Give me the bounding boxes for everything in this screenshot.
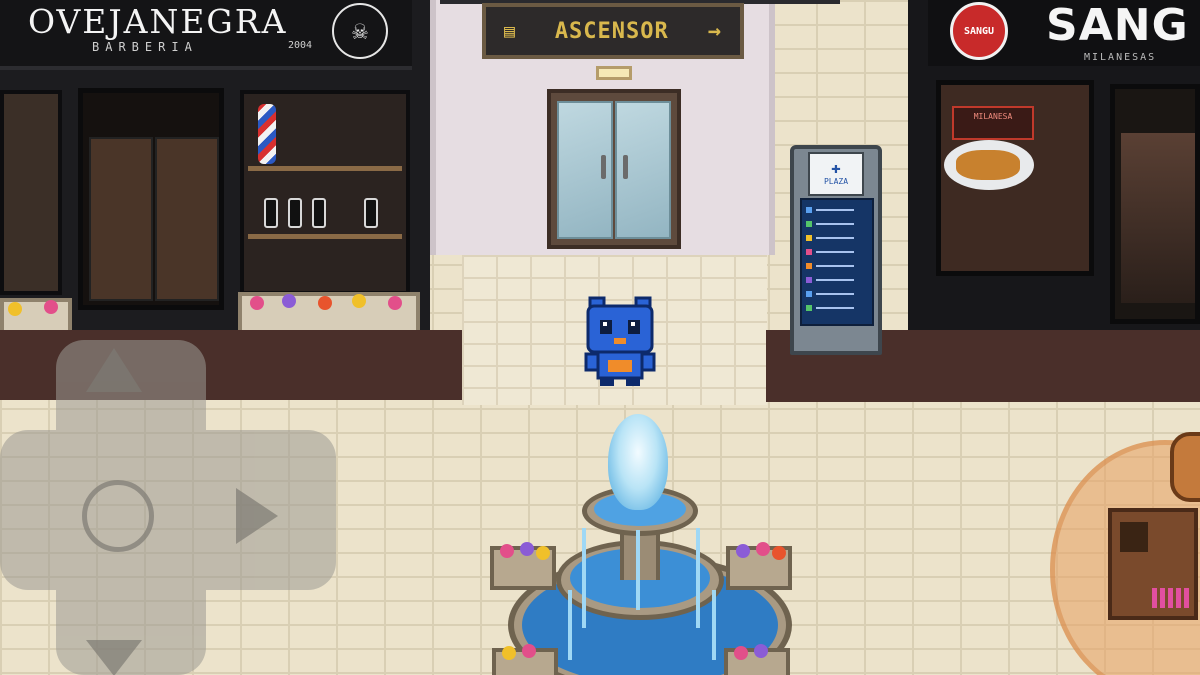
restaurant-door[interactable] (1110, 84, 1200, 324)
action-item-top (1170, 432, 1200, 502)
skull-crossed-razors-icon: ☠ (332, 3, 388, 59)
dpad-down-arrow-icon[interactable] (86, 640, 142, 675)
kiosk-header-label: PLAZA (823, 177, 849, 186)
fountain-spray (608, 414, 668, 510)
elevator-sign-label: ASCENSOR (554, 18, 669, 44)
kiosk-row (806, 304, 870, 312)
elevator-icon: ▤ (504, 20, 516, 42)
water-stream (636, 530, 640, 610)
restaurant-subtitle: MILANESAS (1084, 52, 1157, 63)
flower-planter (726, 542, 792, 590)
barber-window (0, 90, 62, 295)
kiosk-row (806, 290, 870, 298)
flower (282, 294, 296, 308)
plus-icon: ✚ (831, 158, 841, 177)
water-stream (696, 528, 700, 628)
bottle (264, 198, 278, 228)
elevator-sign: ▤ ASCENSOR → (482, 3, 744, 59)
kiosk-row (806, 276, 870, 284)
dpad-center-icon (82, 480, 154, 552)
flower (736, 544, 750, 558)
player-character (584, 296, 656, 386)
flower (502, 646, 516, 660)
shelf-board (248, 166, 402, 171)
flower-planter (724, 644, 790, 675)
flower (500, 544, 514, 558)
restaurant-name: SANG (1046, 0, 1189, 51)
flower (44, 300, 58, 314)
restaurant-menu-board: MILANESA (952, 106, 1034, 140)
flower (772, 546, 786, 560)
flower (756, 542, 770, 556)
dpad-up-arrow-icon[interactable] (86, 348, 142, 392)
kiosk-row (806, 206, 870, 214)
door-handle (601, 155, 606, 179)
flower (754, 644, 768, 658)
door-handle (623, 155, 628, 179)
barber-pole-icon (258, 104, 276, 164)
kiosk-row (806, 234, 870, 242)
water-stream (712, 590, 716, 660)
flower (536, 546, 550, 560)
flower (250, 296, 264, 310)
bottle (312, 198, 326, 228)
flower (734, 646, 748, 660)
flower (388, 296, 402, 310)
barber-shop-subtitle: BARBERIA (92, 40, 198, 54)
water-stream (582, 528, 586, 628)
ceiling-lamp (596, 66, 632, 80)
door-glass (89, 137, 153, 301)
dpad-horizontal (0, 430, 336, 590)
bottle (288, 198, 302, 228)
barber-shop-door[interactable] (78, 88, 224, 310)
flower-planter (492, 644, 558, 675)
water-stream (568, 590, 572, 660)
shelf-board (248, 234, 402, 239)
game-scene: ▤ ASCENSOR → OVEJANEGRA BARBERIA 2004 ☠ (0, 0, 1200, 675)
restaurant-logo-text: SANGU (963, 25, 995, 37)
flower-planter (490, 542, 556, 590)
restaurant-logo-icon: SANGU (950, 2, 1008, 60)
milanesa-plate-icon (944, 140, 1034, 190)
barber-shop-year: 2004 (288, 40, 313, 51)
flower (8, 302, 22, 316)
elevator-door[interactable] (547, 89, 681, 249)
dj-booth-screen (1120, 522, 1148, 552)
arrow-right-icon: → (707, 18, 722, 44)
flower (318, 296, 332, 310)
dj-booth-icon (1108, 508, 1198, 620)
door-glass (1121, 133, 1195, 303)
kiosk-screen[interactable] (800, 198, 874, 326)
dpad-icon[interactable] (0, 340, 336, 675)
kiosk-row (806, 220, 870, 228)
flower (522, 644, 536, 658)
bottle (364, 198, 378, 228)
kiosk-header: ✚ PLAZA (808, 152, 864, 196)
door-glass (155, 137, 219, 301)
barber-shop-name: OVEJANEGRA (28, 2, 288, 41)
kiosk-row (806, 248, 870, 256)
equalizer-icon (1152, 588, 1192, 608)
flower (352, 294, 366, 308)
kiosk-row (806, 262, 870, 270)
flower (520, 542, 534, 556)
dpad-right-arrow-icon[interactable] (236, 488, 278, 544)
